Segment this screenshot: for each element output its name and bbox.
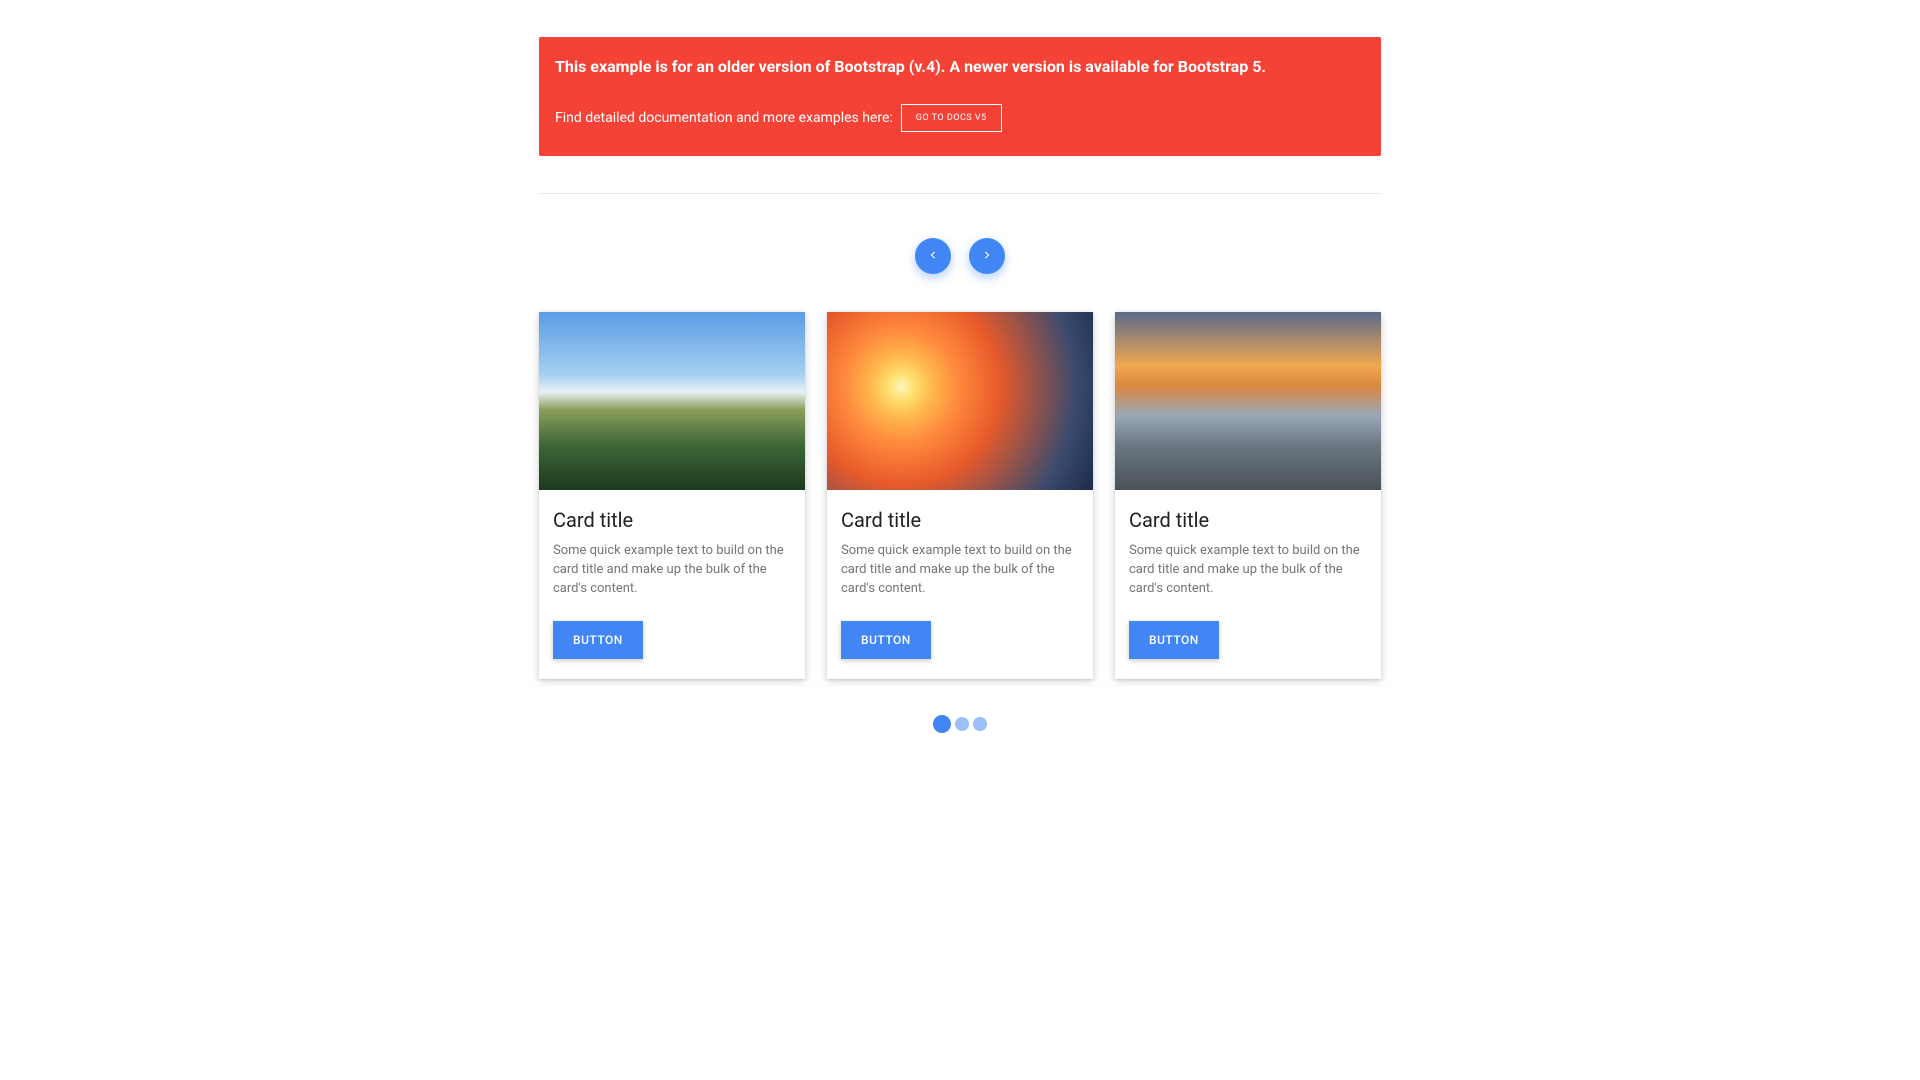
carousel-indicator-2[interactable] bbox=[955, 717, 969, 731]
card-button[interactable]: BUTTON bbox=[553, 621, 643, 659]
card-image bbox=[539, 312, 805, 490]
carousel-controls bbox=[539, 238, 1381, 274]
card-title: Card title bbox=[553, 508, 791, 532]
card: Card title Some quick example text to bu… bbox=[827, 312, 1093, 679]
alert-title: This example is for an older version of … bbox=[555, 57, 1365, 76]
divider bbox=[539, 193, 1381, 194]
carousel-indicator-3[interactable] bbox=[973, 717, 987, 731]
carousel-indicator-1[interactable] bbox=[933, 715, 951, 733]
alert-text: Find detailed documentation and more exa… bbox=[555, 110, 893, 126]
carousel-indicators bbox=[539, 715, 1381, 733]
card-title: Card title bbox=[841, 508, 1079, 532]
card-button[interactable]: BUTTON bbox=[1129, 621, 1219, 659]
carousel-next-button[interactable] bbox=[969, 238, 1005, 274]
card-text: Some quick example text to build on the … bbox=[1129, 542, 1367, 599]
chevron-right-icon bbox=[980, 248, 994, 265]
card-text: Some quick example text to build on the … bbox=[553, 542, 791, 599]
card-text: Some quick example text to build on the … bbox=[841, 542, 1079, 599]
card-image bbox=[827, 312, 1093, 490]
card-row: Card title Some quick example text to bu… bbox=[539, 312, 1381, 679]
card-title: Card title bbox=[1129, 508, 1367, 532]
card: Card title Some quick example text to bu… bbox=[539, 312, 805, 679]
go-to-docs-button[interactable]: GO TO DOCS V5 bbox=[901, 104, 1002, 132]
version-alert: This example is for an older version of … bbox=[539, 37, 1381, 156]
card: Card title Some quick example text to bu… bbox=[1115, 312, 1381, 679]
carousel-prev-button[interactable] bbox=[915, 238, 951, 274]
chevron-left-icon bbox=[926, 248, 940, 265]
card-button[interactable]: BUTTON bbox=[841, 621, 931, 659]
card-image bbox=[1115, 312, 1381, 490]
